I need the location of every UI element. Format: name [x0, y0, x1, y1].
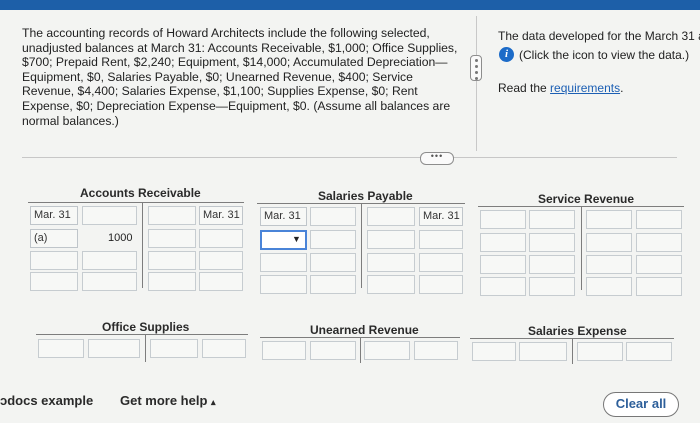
panel-resize-handle[interactable]	[470, 55, 482, 81]
t-account-divider	[142, 202, 143, 288]
top-bar	[0, 0, 700, 10]
amount-input[interactable]	[414, 341, 458, 360]
date-input[interactable]	[367, 275, 415, 294]
amount-input[interactable]	[199, 229, 243, 248]
date-input[interactable]	[260, 275, 307, 294]
amount-input[interactable]	[310, 275, 356, 294]
docs-example-link[interactable]: ɔdocs example	[0, 393, 93, 408]
date-input[interactable]	[367, 207, 415, 226]
date-input[interactable]	[367, 253, 415, 272]
problem-intro: The accounting records of Howard Archite…	[22, 26, 458, 128]
date-input[interactable]	[38, 339, 84, 358]
amount-value: 1000	[108, 232, 133, 244]
amount-input[interactable]	[82, 251, 137, 270]
date-label: Mar. 31	[260, 207, 307, 226]
date-input[interactable]	[148, 251, 196, 270]
data-description: The data developed for the March 31 a	[498, 29, 700, 43]
info-icon[interactable]: i	[499, 47, 514, 62]
amount-input[interactable]	[529, 233, 575, 252]
t-account-top-line	[28, 202, 244, 203]
amount-input[interactable]	[310, 230, 356, 249]
date-input[interactable]	[480, 255, 526, 274]
amount-input[interactable]	[310, 341, 356, 360]
amount-input[interactable]	[636, 210, 682, 229]
amount-input[interactable]	[419, 230, 463, 249]
t-account-top-line	[36, 334, 248, 335]
t-account-divider	[572, 338, 573, 364]
date-input[interactable]	[586, 233, 632, 252]
amount-input[interactable]	[419, 253, 463, 272]
date-input[interactable]	[148, 229, 196, 248]
date-input[interactable]	[480, 210, 526, 229]
account-title-salaries-payable: Salaries Payable	[318, 189, 413, 203]
date-label: Mar. 31	[199, 206, 243, 225]
account-title-accounts-receivable: Accounts Receivable	[80, 186, 201, 200]
date-input[interactable]	[262, 341, 306, 360]
t-account-divider	[361, 203, 362, 288]
date-label: Mar. 31	[419, 207, 463, 226]
t-account-divider	[145, 334, 146, 362]
date-input[interactable]	[480, 233, 526, 252]
get-more-help-button[interactable]: Get more help ▴	[120, 393, 216, 408]
date-input[interactable]	[472, 342, 516, 361]
amount-input[interactable]	[636, 277, 682, 296]
section-divider	[22, 157, 677, 158]
amount-input[interactable]	[529, 277, 575, 296]
requirements-link[interactable]: requirements	[550, 81, 620, 95]
amount-input[interactable]	[199, 251, 243, 270]
clear-all-button[interactable]: Clear all	[603, 392, 679, 417]
icon-hint: (Click the icon to view the data.)	[519, 48, 690, 62]
amount-input[interactable]	[529, 210, 575, 229]
read-suffix: .	[620, 81, 624, 95]
t-account-divider	[581, 206, 582, 290]
date-label: Mar. 31	[30, 206, 78, 225]
amount-input[interactable]	[88, 339, 140, 358]
amount-input[interactable]	[310, 253, 356, 272]
panel-divider	[476, 16, 477, 151]
date-input[interactable]	[364, 341, 410, 360]
account-title-office-supplies: Office Supplies	[102, 320, 190, 334]
caret-up-icon: ▴	[211, 397, 216, 407]
date-dropdown[interactable]: ▼	[260, 230, 307, 250]
date-input[interactable]	[586, 255, 632, 274]
date-input[interactable]	[30, 251, 78, 270]
read-requirements: Read the requirements.	[498, 81, 623, 95]
date-input[interactable]	[586, 277, 632, 296]
amount-input[interactable]	[310, 207, 356, 226]
account-title-service-revenue: Service Revenue	[538, 192, 635, 206]
entry-ref-label: (a)	[30, 229, 78, 248]
amount-input[interactable]	[82, 206, 137, 225]
amount-input[interactable]	[529, 255, 575, 274]
date-input[interactable]	[586, 210, 632, 229]
date-input[interactable]	[150, 339, 198, 358]
date-input[interactable]	[30, 272, 78, 291]
t-account-divider	[360, 337, 361, 363]
date-input[interactable]	[260, 253, 307, 272]
amount-input[interactable]	[636, 233, 682, 252]
date-input[interactable]	[577, 342, 623, 361]
account-title-salaries-expense: Salaries Expense	[528, 324, 627, 338]
date-input[interactable]	[367, 230, 415, 249]
amount-input[interactable]	[519, 342, 567, 361]
date-input[interactable]	[148, 272, 196, 291]
date-input[interactable]	[148, 206, 196, 225]
amount-input[interactable]	[202, 339, 246, 358]
help-label: Get more help	[120, 393, 208, 408]
date-input[interactable]	[480, 277, 526, 296]
amount-input[interactable]	[82, 272, 137, 291]
amount-input[interactable]	[199, 272, 243, 291]
account-title-unearned-revenue: Unearned Revenue	[310, 323, 419, 337]
amount-input[interactable]	[419, 275, 463, 294]
amount-input[interactable]	[626, 342, 672, 361]
read-prefix: Read the	[498, 81, 551, 95]
chevron-down-icon: ▼	[292, 234, 301, 244]
amount-input[interactable]	[636, 255, 682, 274]
expand-more-button[interactable]: •••	[420, 152, 454, 165]
